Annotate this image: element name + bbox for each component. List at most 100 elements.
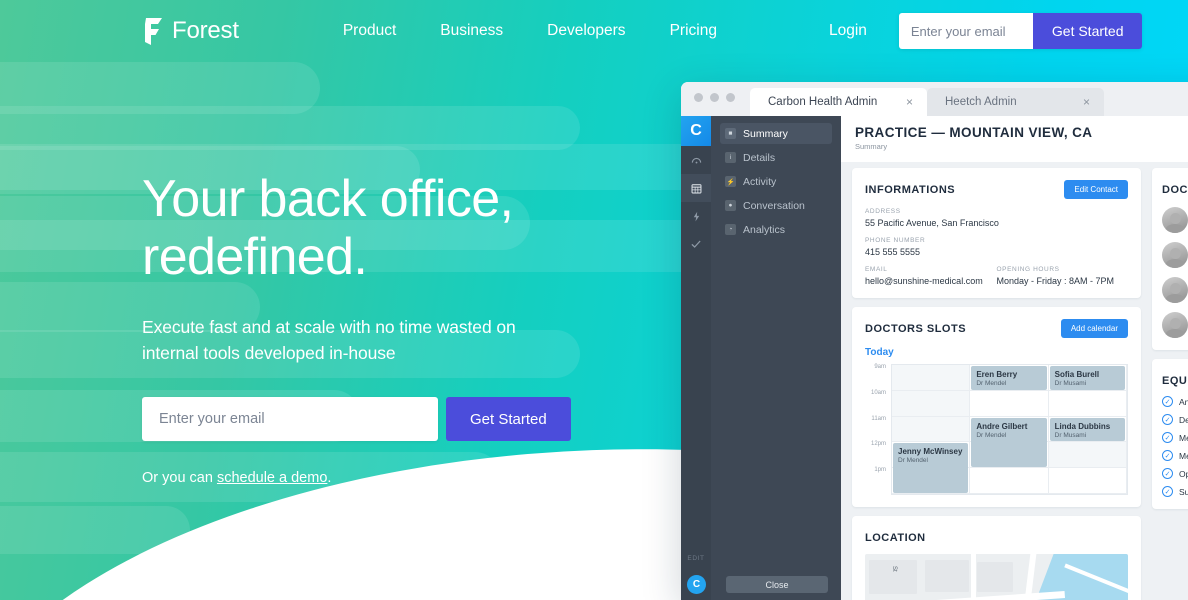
slot-cell[interactable]	[1048, 390, 1127, 417]
slot-cell[interactable]: Linda Dubbins Dr Musami	[1048, 416, 1127, 443]
appointment-eren-berry[interactable]: Eren Berry Dr Mendel	[971, 366, 1047, 390]
sidebar-item-summary[interactable]: ■ Summary	[720, 123, 832, 144]
list-item[interactable]: ✓ Surg	[1162, 486, 1188, 497]
phone-label: PHONE NUMBER	[865, 237, 926, 244]
square-icon: ■	[725, 128, 736, 139]
list-item[interactable]: ✓ Oph	[1162, 468, 1188, 479]
check-icon: ✓	[1162, 396, 1173, 407]
sidebar-item-details[interactable]: i Details	[720, 147, 832, 168]
sidebar-item-activity[interactable]: ⚡ Activity	[720, 171, 832, 192]
map-block	[977, 561, 1013, 592]
card-title: EQUIPI	[1162, 375, 1188, 387]
slot-cell[interactable]	[892, 365, 971, 391]
list-item[interactable]	[1162, 312, 1188, 338]
appointment-linda-dubbins[interactable]: Linda Dubbins Dr Musami	[1049, 417, 1125, 442]
slot-cell[interactable]: Jenny McWinsey Dr Mendel	[892, 442, 971, 493]
list-item[interactable]: ✓ Mea	[1162, 450, 1188, 461]
calendar-icon[interactable]	[681, 174, 711, 202]
nav-link-product[interactable]: Product	[343, 22, 396, 40]
maximize-window-dot[interactable]	[726, 93, 735, 102]
equipment-label: Mea	[1179, 432, 1188, 443]
map-label-st: St	[891, 565, 897, 572]
hours-col: OPENING HOURS Monday - Friday : 8AM - 7P…	[997, 257, 1129, 286]
nav-get-started-button[interactable]: Get Started	[1032, 13, 1143, 49]
chart-icon: ◔	[725, 224, 736, 235]
list-item[interactable]	[1162, 242, 1188, 268]
doctor-avatar-2	[1162, 242, 1188, 268]
sidebar-item-label: Analytics	[743, 223, 786, 236]
brand-logo[interactable]: Forest	[142, 16, 239, 46]
close-window-dot[interactable]	[694, 93, 703, 102]
slot-cell[interactable]	[1048, 468, 1127, 494]
slot-cell[interactable]	[970, 390, 1049, 417]
check-icon: ✓	[1162, 486, 1173, 497]
tab-carbon-health-admin[interactable]: Carbon Health Admin ×	[750, 88, 927, 116]
dashboard-icon[interactable]	[681, 146, 711, 174]
tab-label: Carbon Health Admin	[768, 96, 878, 108]
hours-label: OPENING HOURS	[996, 266, 1060, 273]
carbon-health-logo-icon[interactable]: C	[681, 116, 711, 146]
slot-cell[interactable]: Eren Berry Dr Mendel	[970, 365, 1049, 391]
check-icon[interactable]	[681, 230, 711, 258]
list-item[interactable]: ✓ Ane	[1162, 396, 1188, 407]
appointment-patient: Eren Berry	[976, 370, 1018, 379]
appointment-patient: Andre Gilbert	[976, 421, 1028, 431]
sidebar-item-conversation[interactable]: ● Conversation	[720, 195, 832, 216]
close-icon[interactable]: ×	[906, 95, 913, 109]
close-icon[interactable]: ×	[1083, 95, 1090, 109]
edit-contact-button[interactable]: Edit Contact	[1064, 180, 1128, 199]
list-item[interactable]: ✓ Den	[1162, 414, 1188, 425]
address-value: 55 Pacific Avenue, San Francisco	[865, 218, 999, 228]
slot-cell[interactable]	[892, 468, 971, 494]
location-map[interactable]: The Embarcadero & Broadway Broadway Davi…	[865, 553, 1128, 600]
sidebar-item-label: Activity	[743, 175, 777, 188]
nav-links: Product Business Developers Pricing	[343, 22, 761, 40]
sidebar-item-label: Conversation	[743, 199, 805, 212]
card-title: DOCTO	[1162, 184, 1188, 196]
close-button[interactable]: Close	[726, 576, 828, 593]
today-label: Today	[865, 347, 894, 358]
slot-cell[interactable]	[970, 468, 1049, 494]
hours-value: Monday - Friday : 8AM - 7PM	[996, 276, 1115, 286]
card-title: LOCATION	[865, 531, 926, 544]
info-icon: i	[725, 152, 736, 163]
equipment-label: Oph	[1179, 468, 1188, 479]
slot-cell[interactable]	[970, 442, 1049, 469]
sidebar-item-analytics[interactable]: ◔ Analytics	[720, 219, 832, 240]
activity-icon[interactable]	[681, 202, 711, 230]
nav-link-developers[interactable]: Developers	[547, 22, 625, 40]
card-title: DOCTORS SLOTS	[865, 322, 967, 335]
avatar[interactable]: C	[687, 575, 706, 594]
chat-icon: ●	[725, 200, 736, 211]
admin-app: C EDIT C ■ Summary i Details ⚡ Activity …	[681, 116, 1188, 600]
slot-cell[interactable]	[892, 416, 971, 443]
slot-cell[interactable]: Sofia Burell Dr Musami	[1048, 365, 1127, 391]
equipment-label: Mea	[1179, 450, 1188, 461]
check-icon: ✓	[1162, 432, 1173, 443]
slot-cell[interactable]	[1048, 442, 1127, 469]
bolt-icon: ⚡	[725, 176, 736, 187]
tab-heetch-admin[interactable]: Heetch Admin ×	[927, 88, 1104, 116]
list-item[interactable]	[1162, 277, 1188, 303]
slot-cell[interactable]: Andre Gilbert Dr Mendel	[970, 416, 1049, 468]
schedule-demo-link[interactable]: schedule a demo	[217, 470, 327, 486]
hero-get-started-button[interactable]: Get Started	[446, 397, 571, 441]
login-link[interactable]: Login	[829, 22, 867, 40]
hero-subtitle: Execute fast and at scale with no time w…	[142, 314, 662, 366]
email-label: EMAIL	[865, 266, 888, 273]
list-item[interactable]: ✓ Mea	[1162, 432, 1188, 443]
add-calendar-button[interactable]: Add calendar	[1060, 319, 1128, 338]
demo-prefix: Or you can	[142, 470, 217, 486]
list-item[interactable]	[1162, 207, 1188, 233]
content-area: PRACTICE — MOUNTAIN VIEW, CA Summary INF…	[841, 116, 1188, 600]
nav-link-pricing[interactable]: Pricing	[670, 22, 717, 40]
practice-subtitle: Summary	[855, 142, 888, 151]
hero-email-input[interactable]	[142, 397, 438, 441]
doctor-avatar-1	[1162, 207, 1188, 233]
minimize-window-dot[interactable]	[710, 93, 719, 102]
nav-email-input[interactable]	[898, 13, 1033, 49]
slot-cell[interactable]	[892, 390, 971, 417]
appointment-doctor: Dr Musami	[1054, 431, 1087, 439]
nav-link-business[interactable]: Business	[440, 22, 503, 40]
appointment-sofia-burell[interactable]: Sofia Burell Dr Musami	[1049, 366, 1125, 390]
